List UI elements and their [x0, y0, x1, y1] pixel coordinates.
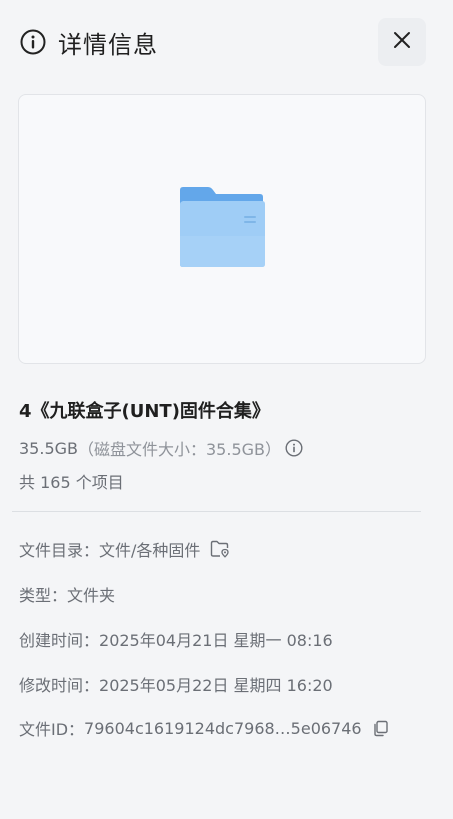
- copy-icon[interactable]: [372, 720, 389, 737]
- panel-title: 详情信息: [58, 30, 158, 59]
- type-row: 类型： 文件夹: [19, 582, 115, 606]
- size-info-icon[interactable]: [285, 439, 303, 457]
- type-label: 类型：: [19, 586, 68, 605]
- file-size: 35.5GB: [19, 438, 78, 458]
- file-name: 4《九联盒子(UNT)固件合集》: [19, 401, 270, 422]
- close-button[interactable]: [378, 18, 426, 66]
- file-id-row: 文件ID： 79604c1619124dc7968…5e06746: [19, 716, 389, 740]
- directory-value: 文件/各种固件: [99, 541, 201, 560]
- divider: [12, 511, 421, 512]
- folder-icon: [178, 186, 266, 272]
- created-row: 创建时间： 2025年04月21日 星期一 08:16: [19, 627, 333, 651]
- file-id-label: 文件ID：: [19, 720, 85, 739]
- created-label: 创建时间：: [19, 631, 100, 650]
- item-count: 共 165 个项目: [19, 473, 124, 492]
- info-circle-icon: [20, 29, 46, 55]
- type-value: 文件夹: [67, 586, 116, 605]
- disk-size: （磁盘文件大小：35.5GB）: [78, 440, 282, 459]
- directory-row: 文件目录： 文件/各种固件: [19, 537, 230, 561]
- created-value: 2025年04月21日 星期一 08:16: [99, 631, 333, 650]
- directory-label: 文件目录：: [19, 541, 100, 560]
- folder-location-icon[interactable]: [210, 540, 230, 558]
- file-size-line: 35.5GB （磁盘文件大小：35.5GB）: [19, 436, 303, 460]
- details-panel: 详情信息 4《九联盒子(UNT)固件合集》 35.5GB （磁盘文件大小：35.…: [0, 0, 453, 819]
- modified-label: 修改时间：: [19, 676, 100, 695]
- panel-header: 详情信息: [20, 26, 158, 59]
- modified-value: 2025年05月22日 星期四 16:20: [99, 676, 333, 695]
- modified-row: 修改时间： 2025年05月22日 星期四 16:20: [19, 672, 333, 696]
- file-preview: [18, 94, 426, 364]
- file-id-value: 79604c1619124dc7968…5e06746: [84, 718, 362, 738]
- close-icon: [392, 30, 412, 54]
